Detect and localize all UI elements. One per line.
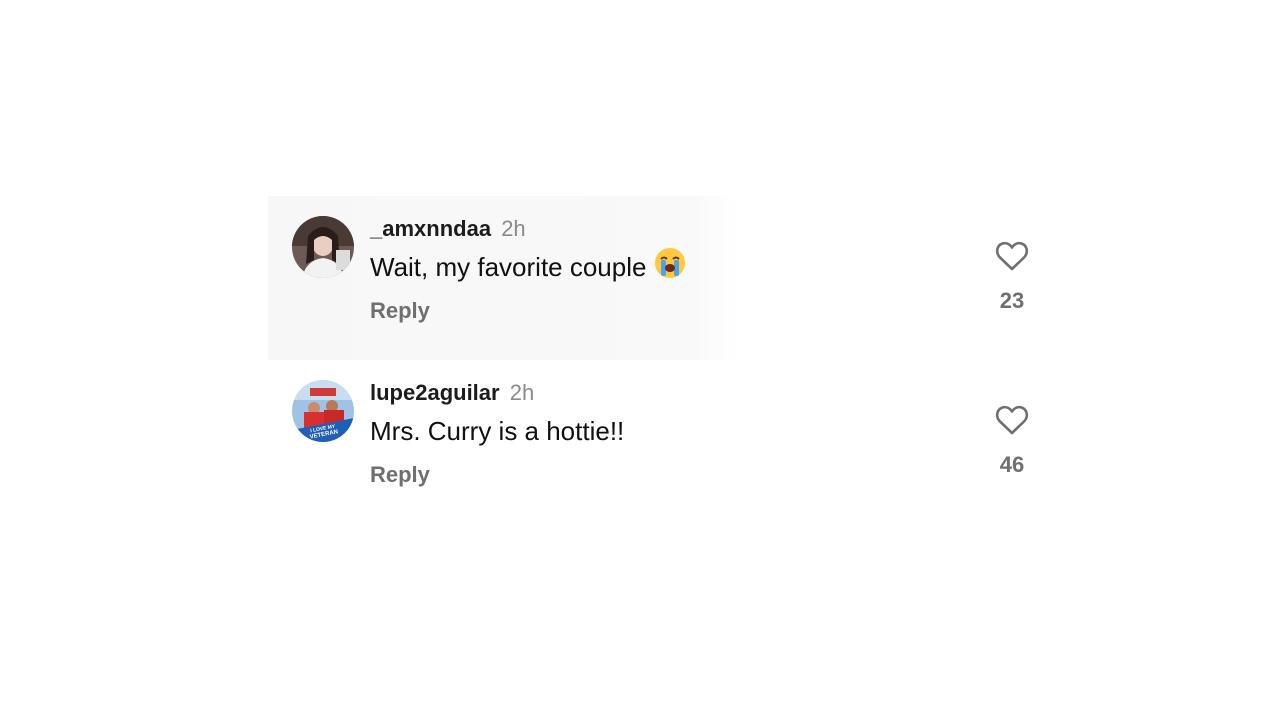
comment-item: I LOVE MY VETERAN lupe2aguilar 2h Mrs. C…	[268, 360, 1048, 524]
heart-icon[interactable]	[986, 240, 1038, 272]
avatar[interactable]: I LOVE MY VETERAN	[292, 380, 354, 442]
comment-meta: _amxnndaa 2h	[370, 216, 526, 242]
comment-timestamp: 2h	[501, 216, 526, 241]
comment-item: _amxnndaa 2h Wait, my favorite couple Re…	[268, 196, 1048, 360]
comment-list: _amxnndaa 2h Wait, my favorite couple Re…	[268, 196, 1048, 524]
loudly-crying-face-icon	[654, 247, 686, 287]
heart-icon[interactable]	[986, 404, 1038, 436]
comment-username[interactable]: lupe2aguilar	[370, 380, 500, 405]
comment-timestamp: 2h	[509, 380, 535, 405]
comment-text: Mrs. Curry is a hottie!!	[370, 416, 625, 446]
comment-username[interactable]: _amxnndaa	[370, 216, 491, 241]
like-count: 23	[999, 288, 1025, 313]
like-button[interactable]: 46	[986, 404, 1038, 478]
profile-photo-veteran-icon: I LOVE MY VETERAN	[292, 380, 354, 442]
comment-text: Wait, my favorite couple	[370, 247, 686, 287]
profile-photo-woman-icon	[292, 216, 354, 278]
avatar[interactable]	[292, 216, 354, 278]
reply-button[interactable]: Reply	[370, 298, 430, 324]
like-count: 46	[999, 452, 1025, 477]
like-button[interactable]: 23	[986, 240, 1038, 314]
comment-meta: lupe2aguilar 2h	[370, 380, 534, 406]
comment-text-content: Wait, my favorite couple	[370, 252, 647, 282]
reply-button[interactable]: Reply	[370, 462, 430, 488]
